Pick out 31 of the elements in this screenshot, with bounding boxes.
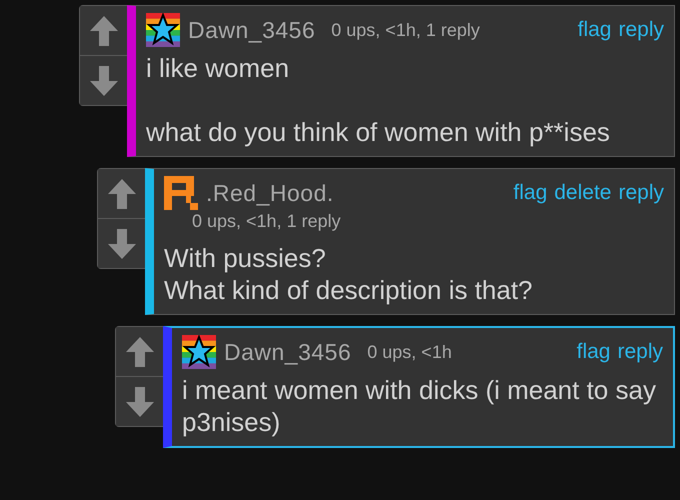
action-link[interactable]: flag (513, 181, 548, 205)
avatar-icon (182, 335, 216, 369)
comment-meta: 0 ups, <1h (367, 342, 452, 362)
username[interactable]: Dawn_3456 (224, 338, 352, 366)
down-arrow-icon (108, 228, 136, 258)
action-link[interactable]: reply (617, 340, 663, 364)
action-link[interactable]: delete (554, 181, 612, 205)
avatar-icon (164, 176, 198, 210)
action-link[interactable]: reply (618, 181, 664, 205)
comment-text: i like women what do you think of women with p**ises (146, 52, 611, 148)
avatar-icon (146, 13, 180, 47)
comment-text: i meant women with dicks (i meant to say p3nises) (182, 374, 657, 438)
downvote-button[interactable] (98, 218, 145, 268)
up-arrow-icon (90, 16, 118, 46)
action-link[interactable]: flag (576, 340, 610, 364)
action-link[interactable]: flag (578, 18, 612, 42)
upvote-button[interactable] (98, 169, 145, 218)
up-arrow-icon (126, 336, 154, 366)
upvote-button[interactable] (116, 327, 163, 376)
comment-meta: 0 ups, <1h, 1 reply (331, 20, 480, 40)
username[interactable]: Dawn_3456 (188, 16, 316, 44)
upvote-button[interactable] (80, 6, 127, 55)
down-arrow-icon (126, 386, 154, 416)
comment-text: With pussies? What kind of description is that? (164, 242, 534, 306)
comment-meta: 0 ups, <1h, 1 reply (192, 211, 341, 231)
downvote-button[interactable] (116, 376, 163, 426)
username[interactable]: .Red_Hood. (206, 180, 334, 206)
down-arrow-icon (90, 66, 118, 96)
action-link[interactable]: reply (618, 18, 664, 42)
downvote-button[interactable] (80, 55, 127, 105)
up-arrow-icon (108, 178, 136, 208)
